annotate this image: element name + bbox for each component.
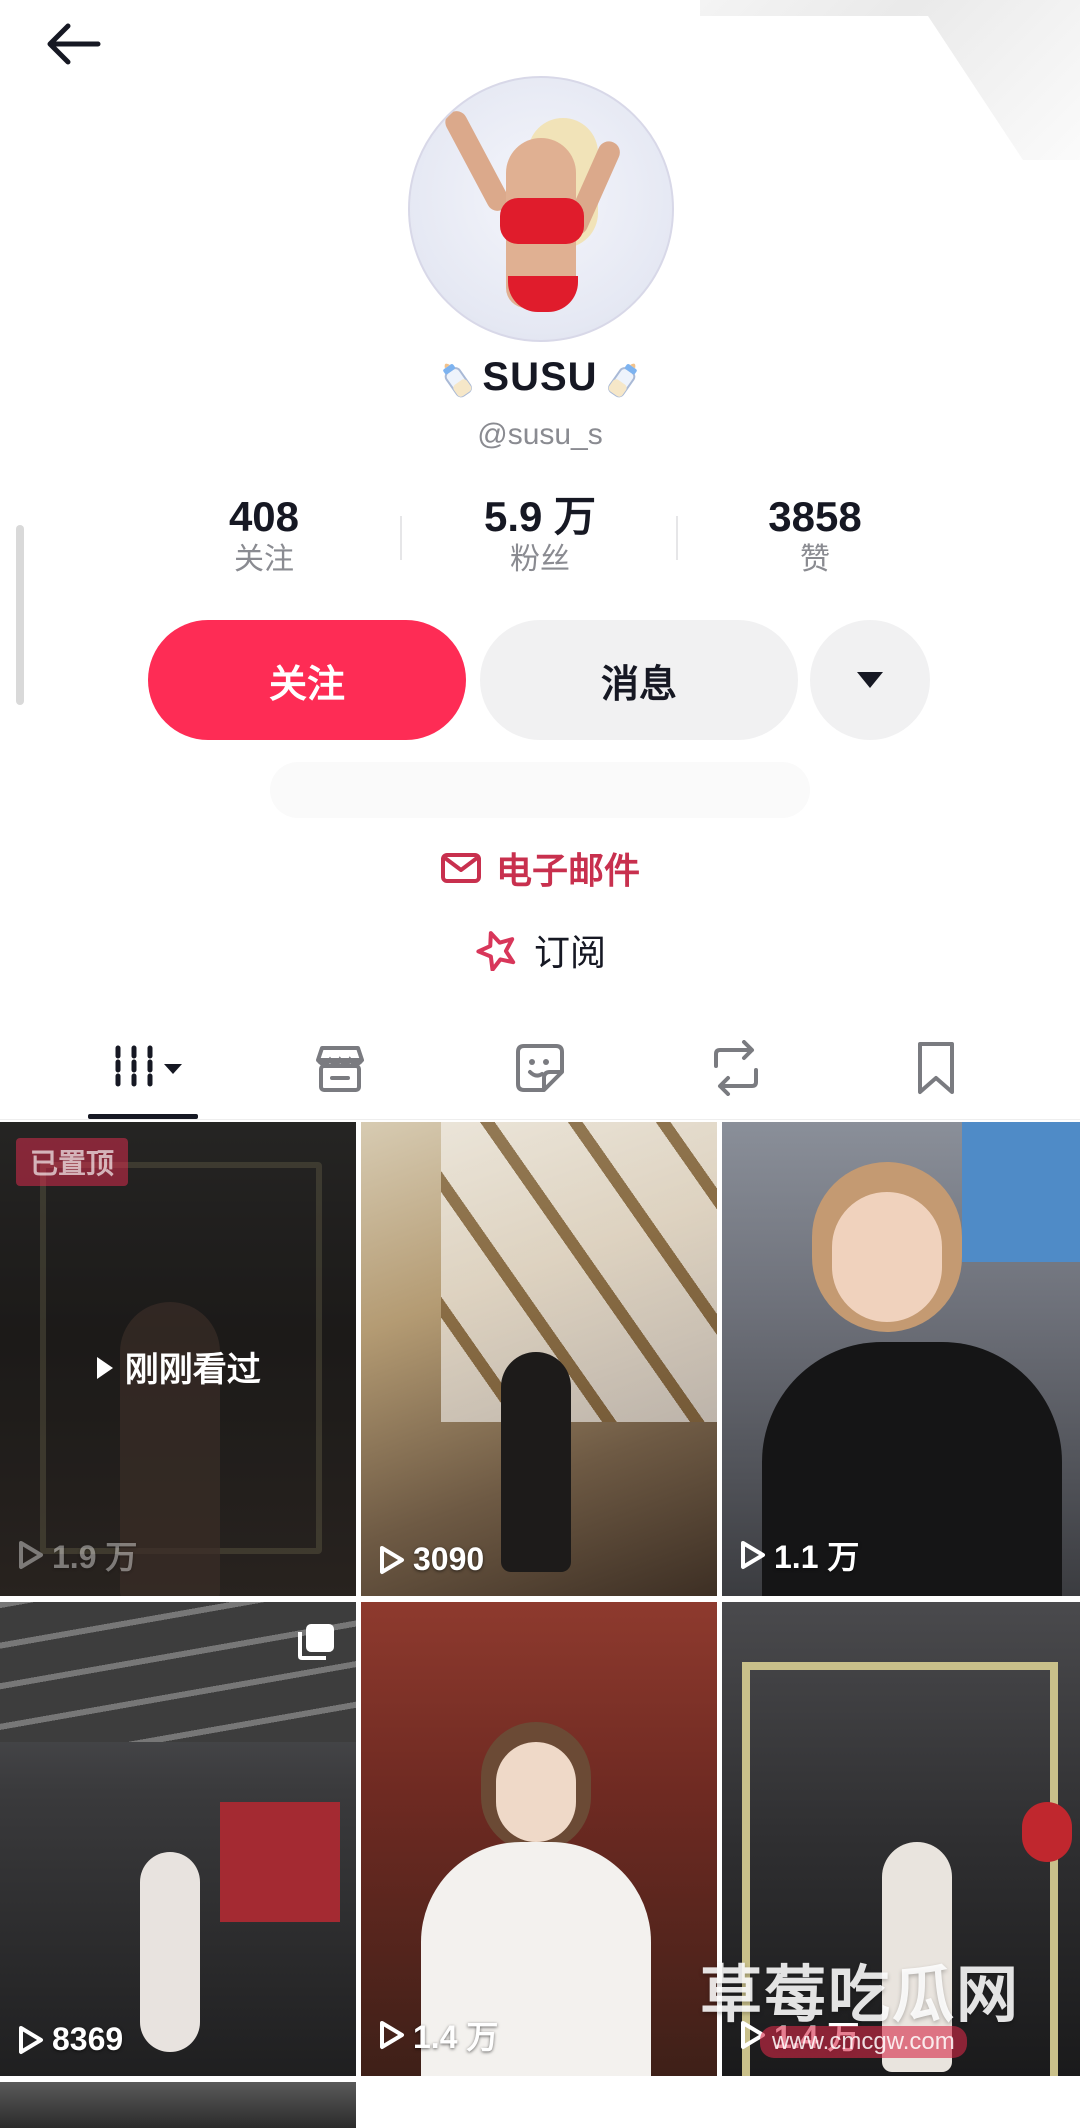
view-count: 1.1 万 <box>740 1532 859 1578</box>
video-thumbnail[interactable]: 1.4 万 <box>361 1602 717 2076</box>
play-outline-icon <box>19 1541 43 1569</box>
follow-button[interactable]: 关注 <box>148 620 466 740</box>
stat-divider <box>676 516 678 560</box>
stat-likes[interactable]: 3858 赞 <box>705 492 925 578</box>
message-button-label: 消息 <box>600 663 677 706</box>
bookmark-icon <box>918 1042 954 1094</box>
email-link-label: 电子邮件 <box>495 850 640 891</box>
view-count-text: 8369 <box>52 2021 124 2057</box>
tab-videos[interactable] <box>96 1030 196 1106</box>
baby-bottle-icon <box>607 364 637 398</box>
recently-viewed-label: 刚刚看过 <box>0 1342 356 1391</box>
more-options-button[interactable] <box>810 620 930 740</box>
video-thumbnail[interactable]: 1.1 万 <box>722 1122 1080 1596</box>
avatar[interactable] <box>408 76 674 342</box>
recently-viewed-text: 刚刚看过 <box>124 1351 261 1389</box>
back-button[interactable] <box>36 14 108 74</box>
watermark-text: 草莓吃瓜网 <box>700 1961 1021 2030</box>
view-count-text: 1.9 万 <box>52 1539 138 1575</box>
stat-followers-label: 粉丝 <box>510 543 570 576</box>
view-count-text: 1.4 万 <box>413 2019 499 2055</box>
view-count: 1.4 万 <box>379 2012 498 2058</box>
play-icon <box>97 1357 114 1379</box>
video-thumbnail[interactable]: 3090 <box>361 1122 717 1596</box>
video-thumbnail[interactable]: 已置顶 刚刚看过 1.9 万 <box>0 1122 356 1596</box>
tab-reposts[interactable] <box>686 1030 786 1106</box>
profile-handle: @susu_s <box>477 418 603 451</box>
profile-name-text: SUSU <box>482 355 598 399</box>
bio-placeholder <box>270 762 810 818</box>
view-count-text: 3090 <box>413 1541 485 1577</box>
play-outline-icon <box>741 1541 765 1569</box>
play-outline-icon <box>380 1545 404 1574</box>
email-link[interactable]: 电子邮件 <box>0 842 1080 894</box>
subscribe-link-label: 订阅 <box>533 932 606 973</box>
multi-image-icon <box>296 1622 336 1667</box>
scroll-indicator[interactable] <box>16 525 24 705</box>
view-count: 8369 <box>18 2021 123 2058</box>
tab-bookmarks[interactable] <box>886 1030 986 1106</box>
profile-name: SUSU <box>0 355 1080 400</box>
stat-divider <box>400 516 402 560</box>
tab-shop[interactable] <box>290 1030 390 1106</box>
repost-icon <box>714 1040 758 1096</box>
stat-likes-label: 赞 <box>800 543 830 576</box>
follow-button-label: 关注 <box>268 663 345 706</box>
grid-videos-icon <box>115 1045 182 1091</box>
tab-stickers[interactable] <box>490 1030 590 1106</box>
view-count-text: 1.1 万 <box>774 1539 860 1575</box>
shop-icon <box>316 1046 364 1092</box>
envelope-icon <box>440 853 481 883</box>
baby-bottle-icon <box>443 364 473 398</box>
stat-followers[interactable]: 5.9 万 粉丝 <box>430 492 650 578</box>
view-count: 1.9 万 <box>18 1532 137 1578</box>
play-outline-icon <box>380 2021 404 2049</box>
watermark-url: www.cmcgw.com <box>760 2026 967 2058</box>
sticker-icon <box>516 1044 564 1092</box>
tab-divider <box>0 1119 1080 1120</box>
stat-following-label: 关注 <box>234 543 294 576</box>
star-badge-icon <box>476 931 516 971</box>
subscribe-link[interactable]: 订阅 <box>0 924 1080 976</box>
view-count: 3090 <box>379 1541 484 1578</box>
play-outline-icon <box>19 2025 43 2054</box>
stat-following[interactable]: 408 关注 <box>154 492 374 578</box>
message-button[interactable]: 消息 <box>480 620 798 740</box>
stat-likes-count: 3858 <box>768 493 862 540</box>
stat-followers-count: 5.9 万 <box>483 493 597 540</box>
caret-down-icon <box>857 672 883 688</box>
arrow-left-icon <box>47 23 101 65</box>
top-overlay <box>700 0 1080 160</box>
video-thumbnail[interactable]: 8369 <box>0 1602 356 2076</box>
pinned-badge: 已置顶 <box>16 1138 129 1186</box>
video-thumbnail[interactable] <box>0 2082 356 2128</box>
stat-following-count: 408 <box>228 493 300 540</box>
